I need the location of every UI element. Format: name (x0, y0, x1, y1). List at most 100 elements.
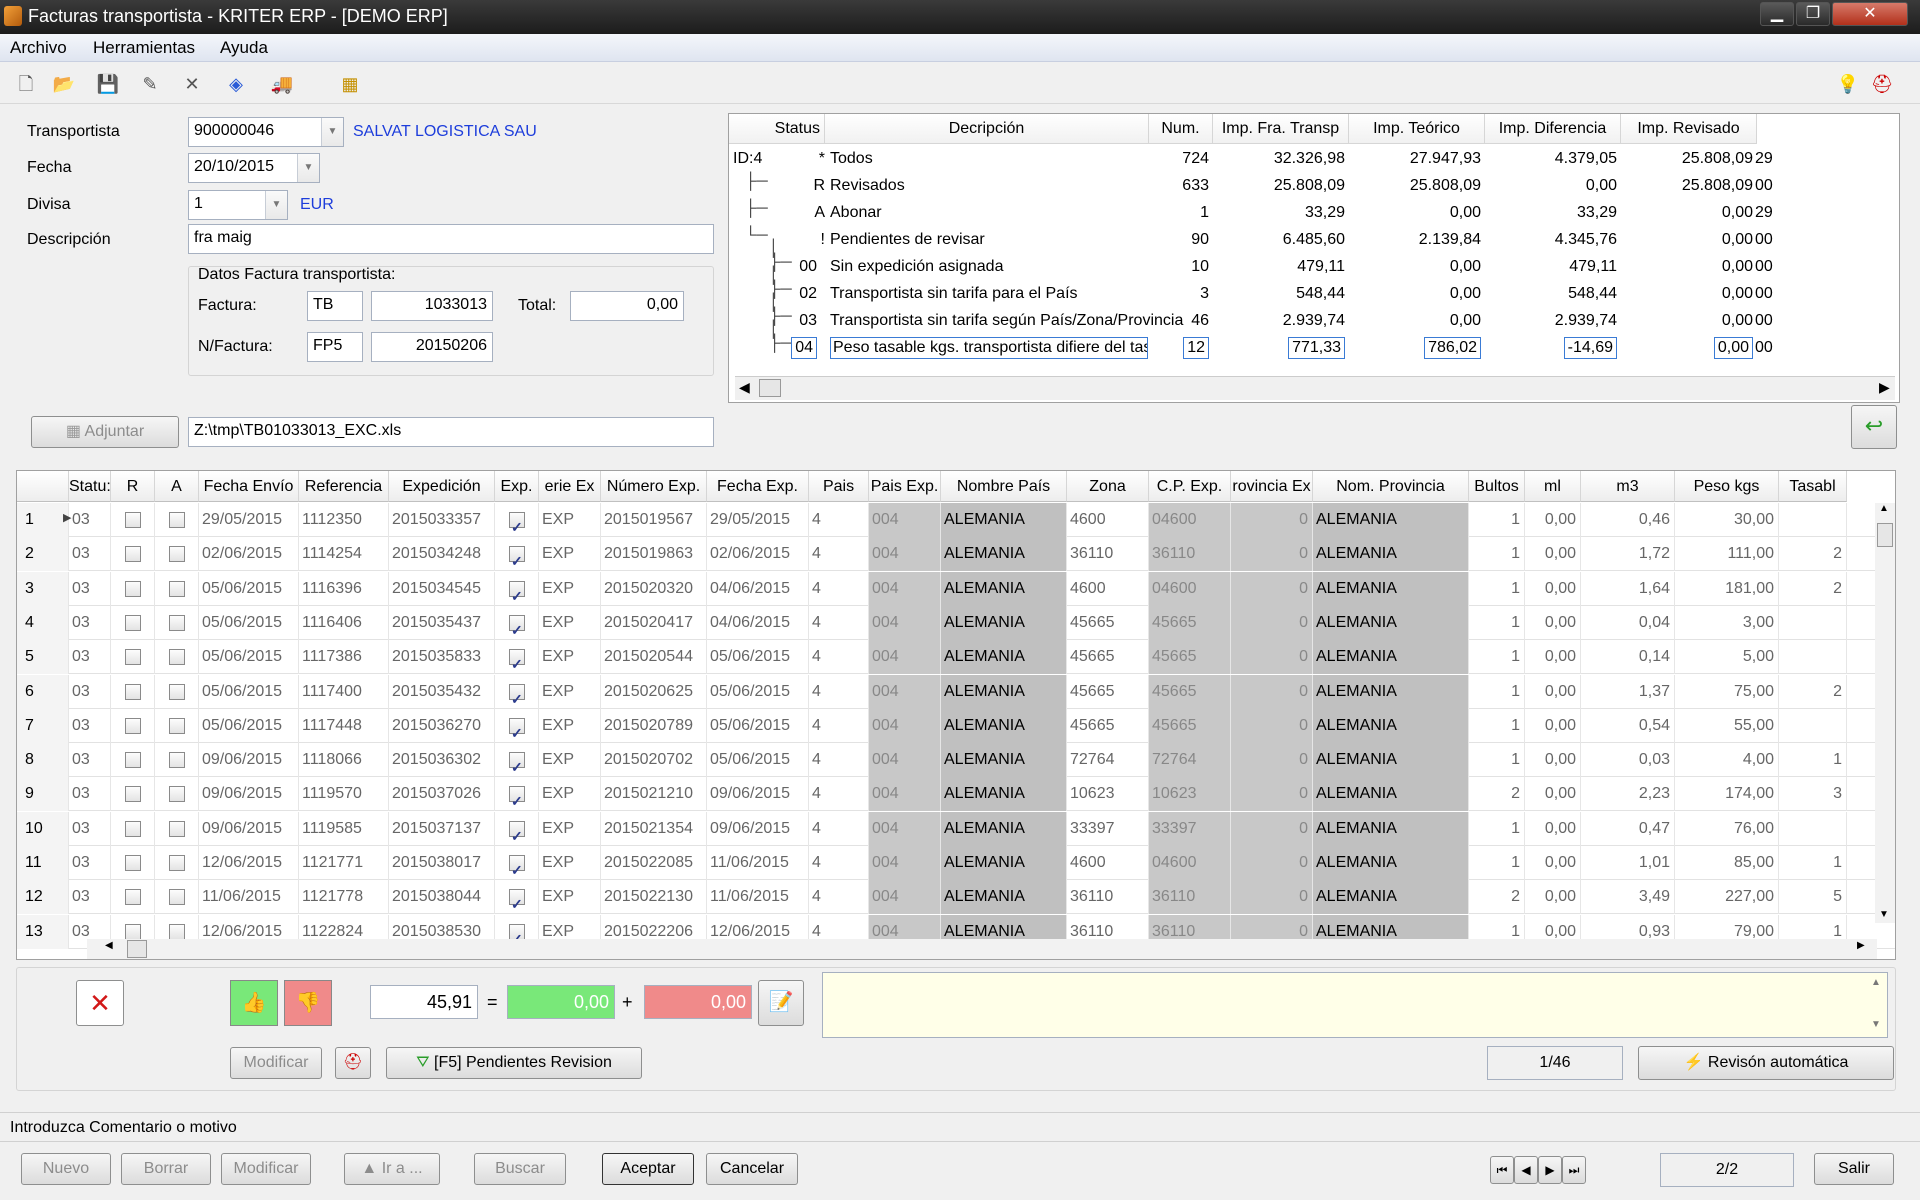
table-row[interactable]: 40305/06/201511164062015035437EXP2015020… (17, 605, 1895, 640)
checkbox-exp[interactable] (509, 510, 525, 537)
col-bultos[interactable]: Bultos (1469, 471, 1525, 502)
table-row[interactable]: 110312/06/201511217712015038017EXP201502… (17, 846, 1895, 880)
checkbox-r[interactable] (125, 614, 141, 631)
scroll-down-icon[interactable]: ▼ (1879, 909, 1889, 920)
table-row[interactable]: 20302/06/201511142542015034248EXP2015019… (17, 537, 1895, 572)
status-summary-tree[interactable]: Status Decripción Num. Imp. Fra. Transp … (728, 113, 1900, 403)
tree-row[interactable]: └─! Pendientes de revisar 90 6.485,60 2.139,… (729, 227, 1899, 254)
col-serie-exp[interactable]: erie Ex (539, 471, 601, 502)
lightbulb-icon[interactable]: 💡 (1836, 72, 1860, 96)
checkbox-a[interactable] (169, 820, 185, 837)
buscar-button[interactable]: Buscar (474, 1153, 566, 1185)
tree-row[interactable]: * Todos 724 32.326,98 27.947,93 4.379,05 25.80… (729, 146, 1899, 173)
tree-row[interactable]: ├─ R Revisados 633 25.808,09 25.808,09 0,00 25.… (729, 173, 1899, 200)
checkbox-r[interactable] (125, 889, 141, 906)
salir-button[interactable]: Salir (1814, 1153, 1894, 1185)
checkbox-exp[interactable] (509, 544, 525, 571)
col-peso-kgs[interactable]: Peso kgs (1675, 471, 1779, 502)
total-field[interactable]: 0,00 (570, 291, 684, 321)
scroll-thumb[interactable] (1877, 523, 1893, 547)
factura-num-field[interactable]: 1033013 (371, 291, 493, 321)
checkbox-r[interactable] (125, 786, 141, 803)
modificar-revision-button[interactable]: Modificar (230, 1047, 322, 1079)
checkbox-r[interactable] (125, 512, 141, 528)
transportista-code-field[interactable]: 900000046 ▼ (188, 117, 344, 147)
checkbox-r[interactable] (125, 717, 141, 734)
col-referencia[interactable]: Referencia (299, 471, 389, 502)
factura-serie-field[interactable]: TB (307, 291, 363, 321)
col-cp-exp[interactable]: C.P. Exp. (1149, 471, 1231, 502)
thumbs-down-icon[interactable]: 👎 (284, 980, 332, 1026)
checkbox-a[interactable] (169, 786, 185, 803)
open-folder-icon[interactable]: 📂 (52, 72, 76, 96)
help-icon[interactable]: ⛑ (335, 1047, 371, 1079)
table-row[interactable]: 803 09/06/201511180662015036302 EXP2015020… (17, 743, 1895, 778)
table-row[interactable]: 90309/06/201511195702015037026EXP2015021… (17, 777, 1895, 812)
table-row[interactable]: 303 05/06/201511163962015034545 EXP2015020… (17, 571, 1895, 606)
checkbox-exp[interactable] (509, 922, 525, 949)
col-imp-teorico[interactable]: Imp. Teórico (1349, 114, 1485, 144)
checkbox-exp[interactable] (509, 819, 525, 846)
col-ml[interactable]: ml (1525, 471, 1581, 502)
cancelar-button[interactable]: Cancelar (706, 1153, 798, 1185)
col-nombre-pais[interactable]: Nombre País (941, 471, 1067, 502)
reject-x-icon[interactable]: ✕ (76, 980, 124, 1026)
chart-icon[interactable]: ▦ (338, 72, 362, 96)
checkbox-r[interactable] (125, 923, 141, 940)
scroll-thumb[interactable] (127, 940, 147, 958)
scroll-up-icon[interactable]: ▲ (1871, 977, 1881, 988)
col-a[interactable]: A (155, 471, 199, 502)
col-provincia-exp[interactable]: rovincia Ex (1231, 471, 1313, 502)
checkbox-a[interactable] (169, 512, 185, 528)
checkbox-a[interactable] (169, 752, 185, 769)
last-record-icon[interactable]: ⏭ (1562, 1156, 1586, 1184)
ir-a-button[interactable]: ▲ Ir a ... (344, 1153, 440, 1185)
chevron-down-icon[interactable]: ▼ (265, 191, 287, 219)
chevron-down-icon[interactable]: ▼ (297, 154, 319, 182)
scroll-up-icon[interactable]: ▲ (1879, 503, 1889, 514)
comment-textarea[interactable]: ▲ ▼ (822, 972, 1888, 1038)
delete-icon[interactable]: ✕ (180, 72, 204, 96)
checkbox-exp[interactable] (509, 716, 525, 743)
maximize-button[interactable]: ❐ (1796, 2, 1830, 26)
nfactura-num-field[interactable]: 20150206 (371, 332, 493, 362)
checkbox-a[interactable] (169, 580, 185, 597)
table-row[interactable]: 70305/06/201511174482015036270EXP2015020… (17, 708, 1895, 743)
col-imp-diferencia[interactable]: Imp. Diferencia (1485, 114, 1621, 144)
checkbox-a[interactable] (169, 649, 185, 666)
truck-icon[interactable]: 🚚 (270, 72, 294, 96)
checkbox-exp[interactable] (509, 784, 525, 811)
scroll-left-icon[interactable]: ◀ (739, 379, 750, 396)
tree-row[interactable]: ├─ │ 00 Sin expedición asignada 10 479,11 0,00… (729, 240, 1899, 281)
checkbox-r[interactable] (125, 683, 141, 700)
checkbox-a[interactable] (169, 683, 185, 700)
checkbox-a[interactable] (169, 546, 185, 563)
nfactura-serie-field[interactable]: FP5 (307, 332, 363, 362)
col-fecha-exp[interactable]: Fecha Exp. (707, 471, 809, 502)
grid-hscrollbar[interactable]: ◀ ▶ (87, 939, 1877, 959)
help-icon[interactable]: ⛑ (1870, 72, 1894, 96)
checkbox-exp[interactable] (509, 647, 525, 674)
return-icon[interactable]: ↩ (1851, 405, 1897, 449)
nuevo-button[interactable]: Nuevo (21, 1153, 111, 1185)
checkbox-r[interactable] (125, 546, 141, 563)
col-status[interactable]: Status (729, 114, 825, 144)
col-zona[interactable]: Zona (1067, 471, 1149, 502)
chevron-down-icon[interactable]: ▼ (321, 118, 343, 146)
table-row[interactable]: 50305/06/201511173862015035833EXP2015020… (17, 640, 1895, 675)
table-row[interactable]: 60305/06/201511174002015035432EXP2015020… (17, 674, 1895, 709)
tree-row[interactable]: ├─ │ 02 Transportista sin tarifa para el Pa… (729, 267, 1899, 308)
new-document-icon[interactable]: 🗋 (14, 72, 38, 96)
checkbox-exp[interactable] (509, 579, 525, 606)
col-m3[interactable]: m3 (1581, 471, 1675, 502)
stack-icon[interactable]: ◈ (224, 72, 248, 96)
table-row[interactable]: 100309/06/201511195852015037137EXP201502… (17, 811, 1895, 846)
file-path-field[interactable]: Z:\tmp\TB01033013_EXC.xls (188, 417, 714, 447)
col-num[interactable]: Num. (1149, 114, 1213, 144)
col-tasable[interactable]: Tasabl (1779, 471, 1847, 502)
aceptar-button[interactable]: Aceptar (602, 1153, 694, 1185)
next-record-icon[interactable]: ▶ (1538, 1156, 1562, 1184)
checkbox-r[interactable] (125, 855, 141, 871)
checkbox-r[interactable] (125, 820, 141, 837)
col-pais-exp[interactable]: Pais Exp. (869, 471, 941, 502)
